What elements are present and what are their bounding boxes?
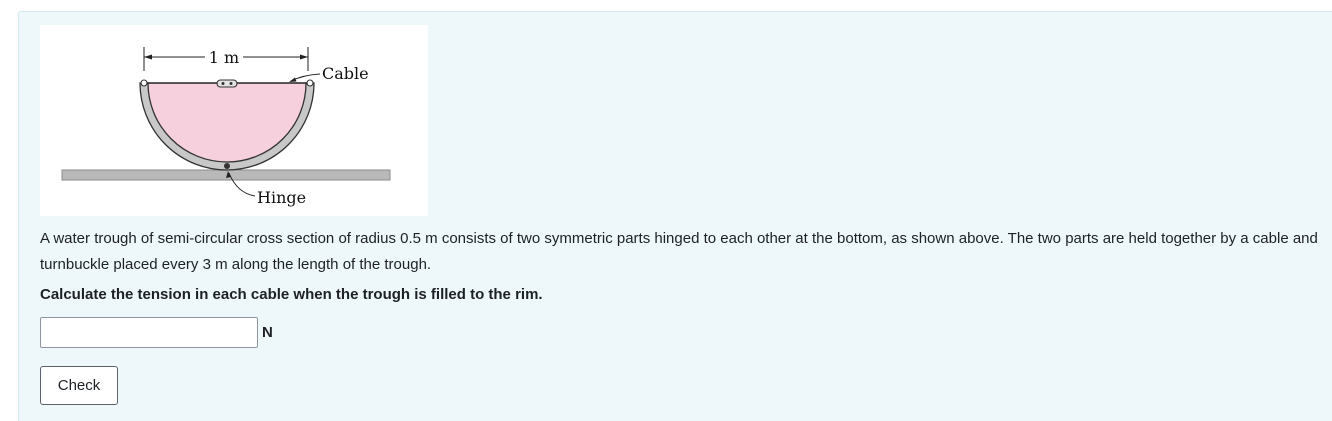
right-rim-pin	[306, 79, 314, 87]
check-button[interactable]: Check	[40, 366, 118, 405]
dimension-label: 1 m	[209, 48, 239, 67]
question-prompt: Calculate the tension in each cable when…	[40, 286, 543, 303]
question-panel: 1 m Cable Hinge A water trough of semi-c…	[18, 11, 1332, 421]
turnbuckle	[216, 79, 238, 88]
left-rim-pin	[140, 79, 148, 87]
hinge-label: Hinge	[257, 188, 306, 207]
cable-label: Cable	[322, 64, 369, 83]
answer-row: N	[40, 317, 273, 348]
ground	[61, 169, 391, 181]
trough-figure: 1 m Cable Hinge	[40, 25, 428, 216]
question-text: A water trough of semi-circular cross se…	[40, 230, 1318, 273]
answer-input[interactable]	[40, 317, 258, 348]
trough-diagram: 1 m Cable Hinge	[61, 47, 391, 207]
dimension-arrow-left	[144, 54, 152, 60]
hinge-pin	[224, 163, 230, 169]
dimension-arrow-right	[300, 54, 308, 60]
answer-unit: N	[262, 324, 273, 341]
